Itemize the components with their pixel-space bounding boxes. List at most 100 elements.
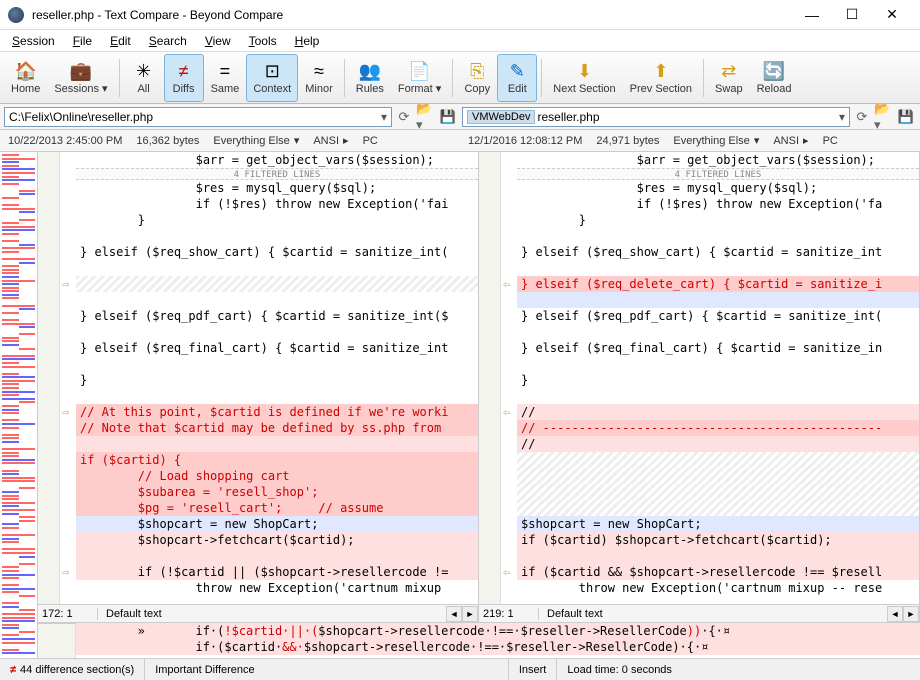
diff-arrow-icon[interactable]: ⇦: [503, 404, 515, 420]
right-encoding-select[interactable]: ANSI ▸: [773, 134, 808, 147]
toolbar-reload-button[interactable]: 🔄Reload: [750, 54, 799, 102]
left-code[interactable]: $arr = get_object_vars($session);4 FILTE…: [38, 152, 478, 604]
toolbar-minor-button[interactable]: ≈Minor: [298, 54, 340, 102]
merge-line[interactable]: » if·(!$cartid·||·($shopcart->resellerco…: [76, 623, 920, 639]
menu-search[interactable]: Search: [141, 32, 195, 50]
dropdown-icon[interactable]: ▾: [839, 110, 845, 124]
code-line[interactable]: [76, 436, 478, 452]
code-line[interactable]: }: [517, 372, 919, 388]
code-line[interactable]: $res = mysql_query($sql);: [517, 180, 919, 196]
left-grammar-select[interactable]: Everything Else ▾: [213, 134, 299, 147]
right-grammar-select[interactable]: Everything Else ▾: [673, 134, 759, 147]
code-line[interactable]: $shopcart = new ShopCart;: [517, 516, 919, 532]
code-line[interactable]: } elseif ($req_show_cart) { $cartid = sa…: [76, 244, 478, 260]
diff-arrow-icon[interactable]: ⇦: [503, 564, 515, 580]
code-line[interactable]: $arr = get_object_vars($session);: [517, 152, 919, 168]
menu-help[interactable]: Help: [287, 32, 328, 50]
toolbar-home-button[interactable]: 🏠Home: [4, 54, 47, 102]
code-line[interactable]: } elseif ($req_final_cart) { $cartid = s…: [517, 340, 919, 356]
code-line[interactable]: [517, 388, 919, 404]
minimize-button[interactable]: —: [792, 0, 832, 30]
save-icon[interactable]: 💾: [438, 107, 458, 127]
code-line[interactable]: [76, 260, 478, 276]
code-line[interactable]: $shopcart->fetchcart($cartid);: [76, 532, 478, 548]
code-line[interactable]: // At this point, $cartid is defined if …: [76, 404, 478, 420]
toolbar-diffs-button[interactable]: ≠Diffs: [164, 54, 204, 102]
toolbar-same-button[interactable]: =Same: [204, 54, 247, 102]
code-line[interactable]: }: [76, 372, 478, 388]
maximize-button[interactable]: ☐: [832, 0, 872, 30]
menu-session[interactable]: Session: [4, 32, 63, 50]
code-line[interactable]: [76, 324, 478, 340]
code-line[interactable]: } elseif ($req_delete_cart) { $cartid = …: [517, 276, 919, 292]
menu-file[interactable]: File: [65, 32, 100, 50]
toolbar-all-button[interactable]: ✳All: [124, 54, 164, 102]
diff-arrow-icon[interactable]: ⇨: [62, 404, 74, 420]
code-line[interactable]: } elseif ($req_show_cart) { $cartid = sa…: [517, 244, 919, 260]
code-line[interactable]: [517, 324, 919, 340]
code-line[interactable]: [76, 388, 478, 404]
toolbar-next-section-button[interactable]: ⬇Next Section: [546, 54, 622, 102]
code-line[interactable]: if (!$cartid || ($shopcart->resellercode…: [76, 564, 478, 580]
code-line[interactable]: [517, 468, 919, 484]
scroll-left-icon[interactable]: ◄: [887, 606, 903, 622]
code-line[interactable]: $shopcart = new ShopCart;: [76, 516, 478, 532]
code-line[interactable]: if ($cartid) {: [76, 452, 478, 468]
menu-tools[interactable]: Tools: [241, 32, 285, 50]
close-button[interactable]: ✕: [872, 0, 912, 30]
refresh-icon[interactable]: ⟳: [394, 107, 414, 127]
scroll-right-icon[interactable]: ►: [462, 606, 478, 622]
code-line[interactable]: [517, 548, 919, 564]
left-encoding-select[interactable]: ANSI ▸: [313, 134, 348, 147]
right-path-input[interactable]: VMWebDev reseller.php ▾: [462, 107, 850, 127]
menu-edit[interactable]: Edit: [102, 32, 139, 50]
code-line[interactable]: if (!$res) throw new Exception('fai: [76, 196, 478, 212]
merge-line[interactable]: if·($cartid·&&·$shopcart->resellercode·!…: [76, 639, 920, 655]
code-line[interactable]: }: [517, 212, 919, 228]
code-line[interactable]: //: [517, 436, 919, 452]
toolbar-format-button[interactable]: 📄Format ▾: [391, 54, 448, 102]
code-line[interactable]: [517, 356, 919, 372]
code-line[interactable]: [76, 292, 478, 308]
code-line[interactable]: if (!$res) throw new Exception('fa: [517, 196, 919, 212]
left-path-input[interactable]: C:\Felix\Online\reseller.php ▾: [4, 107, 392, 127]
toolbar-prev-section-button[interactable]: ⬆Prev Section: [623, 54, 699, 102]
dropdown-icon[interactable]: ▾: [381, 110, 387, 124]
right-code[interactable]: $arr = get_object_vars($session);4 FILTE…: [479, 152, 919, 604]
code-line[interactable]: [76, 548, 478, 564]
code-line[interactable]: // -------------------------------------…: [517, 420, 919, 436]
code-line[interactable]: } elseif ($req_final_cart) { $cartid = s…: [76, 340, 478, 356]
code-line[interactable]: $pg = 'resell_cart'; // assume: [76, 500, 478, 516]
open-folder-icon[interactable]: 📂▾: [416, 107, 436, 127]
code-line[interactable]: } elseif ($req_pdf_cart) { $cartid = san…: [76, 308, 478, 324]
code-line[interactable]: $arr = get_object_vars($session);: [76, 152, 478, 168]
diff-arrow-icon[interactable]: ⇦: [503, 276, 515, 292]
code-line[interactable]: throw new Exception('cartnum mixup: [76, 580, 478, 596]
toolbar-context-button[interactable]: ⊡Context: [246, 54, 298, 102]
toolbar-sessions-button[interactable]: 💼Sessions ▾: [47, 54, 114, 102]
code-line[interactable]: [76, 276, 478, 292]
refresh-icon[interactable]: ⟳: [852, 107, 872, 127]
merge-view[interactable]: » if·(!$cartid·||·($shopcart->resellerco…: [38, 622, 920, 658]
toolbar-rules-button[interactable]: 👥Rules: [349, 54, 391, 102]
code-line[interactable]: } elseif ($req_pdf_cart) { $cartid = san…: [517, 308, 919, 324]
code-line[interactable]: //: [517, 404, 919, 420]
toolbar-edit-button[interactable]: ✎Edit: [497, 54, 537, 102]
open-folder-icon[interactable]: 📂▾: [874, 107, 894, 127]
code-line[interactable]: if ($cartid) $shopcart->fetchcart($carti…: [517, 532, 919, 548]
code-line[interactable]: [517, 484, 919, 500]
toolbar-swap-button[interactable]: ⇄Swap: [708, 54, 750, 102]
code-line[interactable]: [76, 356, 478, 372]
code-line[interactable]: $subarea = 'resell_shop';: [76, 484, 478, 500]
right-lineend-select[interactable]: PC: [823, 135, 838, 147]
code-line[interactable]: // Load shopping cart: [76, 468, 478, 484]
code-line[interactable]: [517, 452, 919, 468]
code-line[interactable]: [517, 260, 919, 276]
code-line[interactable]: [517, 228, 919, 244]
diff-arrow-icon[interactable]: ⇨: [62, 276, 74, 292]
diff-arrow-icon[interactable]: ⇨: [62, 564, 74, 580]
code-line[interactable]: $res = mysql_query($sql);: [76, 180, 478, 196]
scroll-left-icon[interactable]: ◄: [446, 606, 462, 622]
scroll-right-icon[interactable]: ►: [903, 606, 919, 622]
code-line[interactable]: throw new Exception('cartnum mixup -- re…: [517, 580, 919, 596]
